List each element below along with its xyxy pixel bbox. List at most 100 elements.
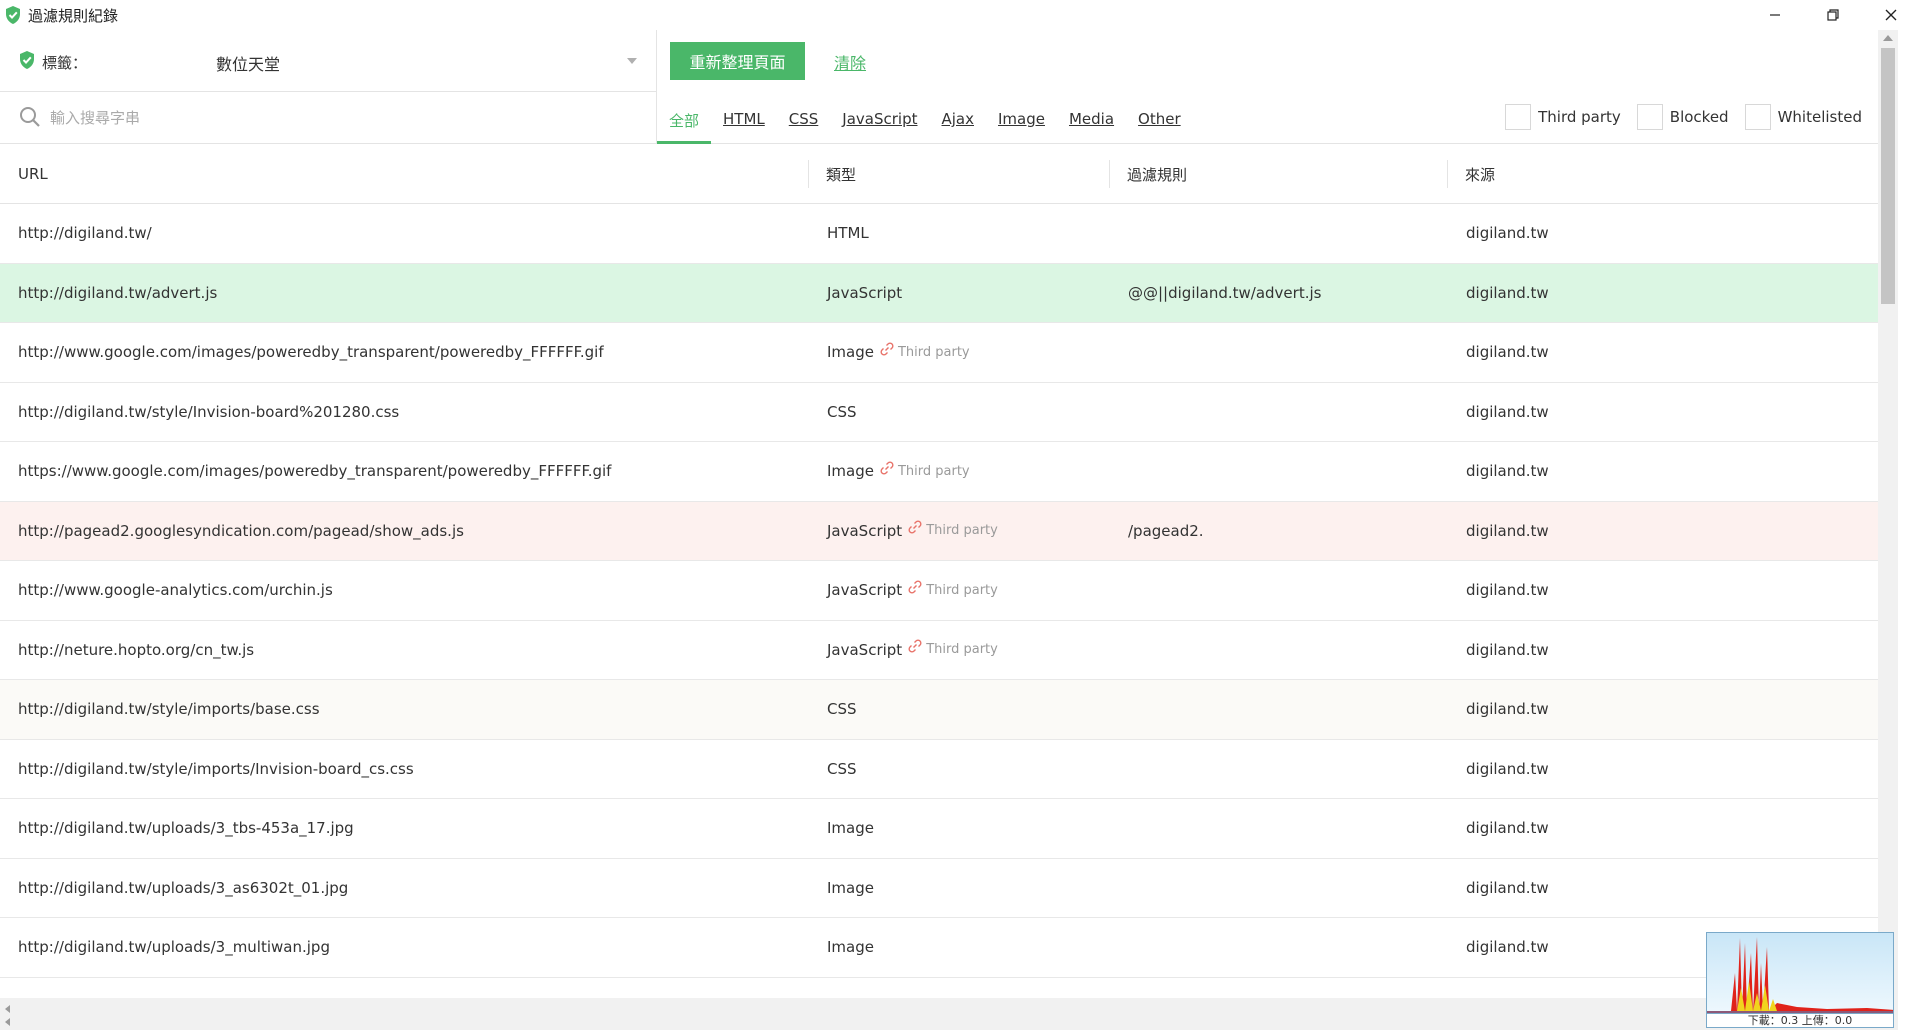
tab-other[interactable]: Other bbox=[1126, 92, 1193, 144]
minimize-button[interactable] bbox=[1746, 0, 1804, 30]
tab-image[interactable]: Image bbox=[986, 92, 1057, 144]
blocked-checkbox-label: Blocked bbox=[1669, 108, 1729, 126]
third-party-tag: Third party bbox=[908, 580, 998, 598]
tab-javascript[interactable]: JavaScript bbox=[830, 92, 929, 144]
horizontal-scrollbar[interactable] bbox=[0, 998, 1898, 1030]
tag-selector[interactable]: 標籤： 數位天堂 bbox=[0, 30, 657, 92]
cell-type: Image bbox=[808, 859, 1109, 918]
maximize-button[interactable] bbox=[1804, 0, 1862, 30]
clear-link[interactable]: 清除 bbox=[834, 50, 866, 74]
link-icon bbox=[908, 580, 926, 598]
cell-type: Image bbox=[808, 799, 1109, 858]
cell-url: http://neture.hopto.org/cn_tw.js bbox=[18, 640, 255, 659]
cell-type: JavaScript Third party bbox=[808, 621, 1109, 680]
third-party-tag: Third party bbox=[880, 342, 970, 360]
minimize-icon bbox=[1770, 14, 1780, 16]
whitelisted-checkbox[interactable]: Whitelisted bbox=[1744, 104, 1862, 130]
cell-rule bbox=[1109, 680, 1447, 739]
column-header-type[interactable]: 類型 bbox=[808, 144, 1109, 204]
cell-type: Image Third party bbox=[808, 323, 1109, 382]
cell-type-text: CSS bbox=[827, 759, 857, 778]
cell-rule: @@||digiland.tw/advert.js bbox=[1128, 283, 1322, 302]
cell-rule bbox=[1109, 323, 1447, 382]
filter-bar: 全部 HTML CSS JavaScript Ajax Image Media … bbox=[0, 92, 1880, 144]
link-icon bbox=[880, 461, 898, 479]
cell-rule bbox=[1109, 740, 1447, 799]
cell-source: digiland.tw bbox=[1466, 700, 1549, 719]
cell-url: http://digiland.tw/uploads/3_as6302t_01.… bbox=[18, 878, 349, 897]
cell-type: HTML bbox=[808, 204, 1109, 263]
cell-type-text: Image bbox=[827, 462, 874, 481]
checkbox-box[interactable] bbox=[1744, 104, 1771, 130]
tag-label-text: 標籤： bbox=[42, 53, 88, 72]
scroll-left-icon[interactable] bbox=[5, 1005, 10, 1013]
cell-rule bbox=[1109, 442, 1447, 501]
cell-source: digiland.tw bbox=[1466, 402, 1549, 421]
table-row[interactable]: http://www.google-analytics.com/urchin.j… bbox=[0, 561, 1878, 621]
cell-source: digiland.tw bbox=[1466, 343, 1549, 362]
checkbox-box[interactable] bbox=[1505, 104, 1532, 130]
search-input[interactable] bbox=[50, 104, 630, 132]
close-button[interactable] bbox=[1862, 0, 1920, 30]
table-row[interactable]: http://digiland.tw/uploads/3_tbs-453a_17… bbox=[0, 799, 1878, 859]
traffic-monitor-widget[interactable]: 下載：0.3 上傳：0.0 bbox=[1706, 932, 1894, 1028]
table-row[interactable]: http://pagead2.googlesyndication.com/pag… bbox=[0, 501, 1878, 561]
tab-ajax[interactable]: Ajax bbox=[930, 92, 987, 144]
tab-all[interactable]: 全部 bbox=[657, 92, 712, 144]
cell-source: digiland.tw bbox=[1466, 521, 1549, 540]
cell-source: digiland.tw bbox=[1466, 759, 1549, 778]
table-row[interactable]: http://digiland.tw/HTML digiland.tw bbox=[0, 204, 1878, 264]
scroll-left-icon[interactable] bbox=[5, 1018, 10, 1026]
cell-type: CSS bbox=[808, 383, 1109, 442]
third-party-checkbox[interactable]: Third party bbox=[1505, 104, 1621, 130]
cell-type: CSS bbox=[808, 740, 1109, 799]
table-row[interactable]: http://digiland.tw/style/Invision-board%… bbox=[0, 383, 1878, 442]
third-party-label: Third party bbox=[926, 582, 998, 598]
vertical-scrollbar[interactable] bbox=[1878, 30, 1898, 998]
tab-html[interactable]: HTML bbox=[711, 92, 777, 144]
tab-media[interactable]: Media bbox=[1057, 92, 1126, 144]
close-icon bbox=[1885, 9, 1897, 21]
table-row[interactable]: http://neture.hopto.org/cn_tw.js JavaScri… bbox=[0, 621, 1878, 680]
toolbar: 標籤： 數位天堂 重新整理頁面 清除 bbox=[0, 30, 1880, 92]
tab-css[interactable]: CSS bbox=[777, 92, 831, 144]
cell-rule bbox=[1109, 621, 1447, 680]
blocked-checkbox[interactable]: Blocked bbox=[1636, 104, 1729, 130]
cell-type: CSS bbox=[808, 680, 1109, 739]
cell-rule bbox=[1109, 383, 1447, 442]
checkbox-box[interactable] bbox=[1636, 104, 1663, 130]
table-row[interactable]: http://digiland.tw/style/imports/base.cs… bbox=[0, 680, 1878, 740]
column-header-url[interactable]: URL bbox=[0, 144, 808, 204]
cell-url: http://digiland.tw/style/imports/Invisio… bbox=[18, 759, 414, 778]
column-header-source[interactable]: 來源 bbox=[1447, 144, 1878, 204]
tag-dropdown-value[interactable]: 數位天堂 bbox=[216, 51, 280, 75]
column-header-rule[interactable]: 過濾規則 bbox=[1109, 144, 1447, 204]
cell-source: digiland.tw bbox=[1466, 283, 1549, 302]
cell-source: digiland.tw bbox=[1466, 462, 1549, 481]
cell-source: digiland.tw bbox=[1466, 878, 1549, 897]
cell-type-text: CSS bbox=[827, 402, 857, 421]
cell-type-text: Image bbox=[827, 878, 874, 897]
table-row[interactable]: http://digiland.tw/advert.js JavaScript @@… bbox=[0, 263, 1878, 323]
cell-type: JavaScript Third party bbox=[808, 561, 1109, 620]
table-row[interactable]: http://digiland.tw/style/imports/Invisio… bbox=[0, 740, 1878, 799]
cell-url: http://www.google.com/images/poweredby_t… bbox=[18, 343, 604, 362]
table-row[interactable]: http://digiland.tw/uploads/3_as6302t_01.… bbox=[0, 859, 1878, 918]
chevron-down-icon[interactable] bbox=[627, 58, 637, 64]
scroll-up-icon[interactable] bbox=[1883, 35, 1893, 41]
cell-type-text: Image bbox=[827, 819, 874, 838]
third-party-label: Third party bbox=[926, 523, 998, 539]
cell-rule bbox=[1109, 561, 1447, 620]
scrollbar-thumb[interactable] bbox=[1881, 48, 1895, 304]
search-icon bbox=[19, 106, 41, 132]
table-row[interactable]: http://digiland.tw/uploads/3_multiwan.jp… bbox=[0, 918, 1878, 978]
request-log-table: URL 類型 過濾規則 來源 http://digiland.tw/HTML di… bbox=[0, 144, 1878, 978]
third-party-checkbox-label: Third party bbox=[1538, 108, 1621, 126]
table-row[interactable]: http://www.google.com/images/poweredby_t… bbox=[0, 323, 1878, 383]
cell-url: http://pagead2.googlesyndication.com/pag… bbox=[18, 521, 464, 540]
table-row[interactable]: https://www.google.com/images/poweredby_… bbox=[0, 442, 1878, 502]
cell-url: http://digiland.tw/uploads/3_tbs-453a_17… bbox=[18, 819, 354, 838]
cell-type: JavaScript bbox=[808, 264, 1109, 323]
refresh-page-button[interactable]: 重新整理頁面 bbox=[670, 42, 805, 80]
cell-url: http://digiland.tw/ bbox=[18, 224, 152, 243]
